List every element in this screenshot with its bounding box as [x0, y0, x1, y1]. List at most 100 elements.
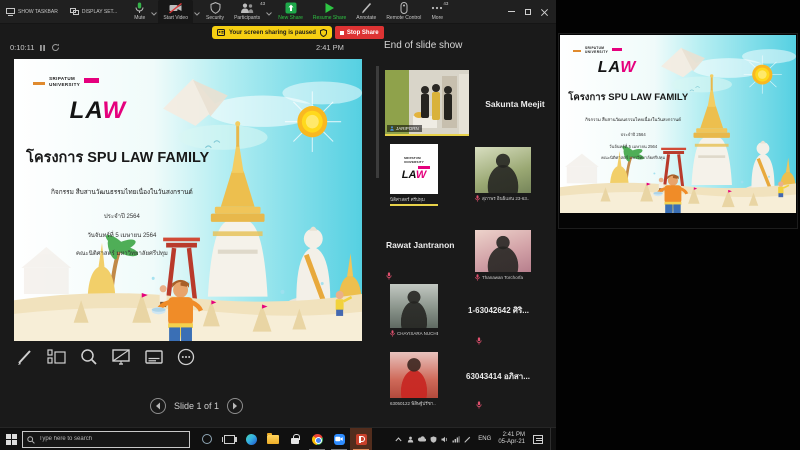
participant-logo-tile[interactable]: SRIPATUM UNIVERSITY LAW นิติศาสตร์ ศรีปท… — [390, 144, 438, 206]
close-button[interactable] — [541, 8, 548, 15]
clock-date[interactable]: 2:41 PM 05-Apr-21 — [498, 432, 527, 447]
security-button[interactable]: Security — [201, 0, 229, 24]
display-icon — [70, 8, 79, 16]
muted-mic-icon — [390, 330, 395, 337]
previous-slide-button[interactable] — [150, 398, 166, 414]
muted-mic-icon — [386, 272, 392, 280]
next-slide-button[interactable] — [227, 398, 243, 414]
slideshow-slide: SRIPATUM UNIVERSITY LAW โครงการ SPU LAW … — [560, 35, 796, 213]
muted-mic-icon — [476, 401, 482, 409]
timer-value: 0:10:11 — [10, 43, 34, 52]
participant-name: CHAYISARA NUCHBO.. — [397, 331, 438, 336]
chrome-icon — [312, 434, 323, 445]
participant-video-tile[interactable]: JARIPORN — [385, 70, 469, 136]
tray-shield-icon[interactable] — [430, 436, 437, 443]
minimize-button[interactable] — [508, 11, 515, 12]
pen-tool-icon[interactable] — [16, 348, 34, 366]
action-center-icon[interactable] — [533, 435, 543, 444]
university-name-line2: UNIVERSITY — [585, 50, 608, 54]
muted-mic-icon — [475, 274, 480, 281]
edge-button[interactable] — [240, 428, 262, 450]
panel-scrollbar[interactable] — [376, 66, 379, 178]
lock-app-button[interactable] — [284, 428, 306, 450]
start-video-label: Start Video — [163, 15, 188, 21]
logo-pink-bar — [84, 78, 99, 83]
participant-name-tile[interactable]: 1-63042642 ศิริ... — [468, 304, 554, 350]
participant-name: 1-63042642 ศิริ... — [468, 304, 554, 317]
more-button[interactable]: 43 More — [426, 0, 448, 24]
participant-photo-tile[interactable]: 63050122 พิสิษฐ์ปรีชา.. — [390, 352, 438, 407]
captions-icon[interactable] — [144, 348, 164, 366]
secondary-monitor: SRIPATUM UNIVERSITY LAW โครงการ SPU LAW … — [556, 0, 800, 450]
powerpoint-button[interactable] — [350, 428, 372, 450]
participant-photo — [390, 352, 438, 398]
annotate-button[interactable]: Annotate — [351, 0, 381, 24]
new-share-button[interactable]: New Share — [273, 0, 308, 24]
video-options-chevron[interactable] — [193, 3, 201, 21]
participant-name-tile[interactable]: 63043414 อภิสา... — [466, 370, 554, 414]
slide-illustration — [14, 59, 362, 341]
slide-faculty-line: คณะนิติศาสตร์ มหาวิทยาลัยศรีปทุม — [565, 154, 702, 161]
pause-timer-icon[interactable] — [39, 44, 46, 52]
slide-sorter-icon[interactable] — [47, 348, 67, 366]
participants-options-chevron[interactable] — [265, 3, 273, 21]
participant-name-tile[interactable]: Sakunta Meejit — [476, 70, 554, 138]
logo-pink-bar — [612, 48, 622, 51]
participant-name: Sakunta Meejit — [485, 99, 545, 109]
remote-control-button[interactable]: Remote Control — [381, 0, 426, 24]
stop-share-button[interactable]: Stop Share — [335, 26, 384, 39]
tray-time: 2:41 PM — [503, 432, 525, 440]
presentation-timer: 0:10:11 — [10, 43, 60, 52]
participant-name: สุภาพร อินธิแสน 23-63.. — [482, 195, 529, 202]
participant-photo — [475, 147, 531, 193]
show-taskbar-button[interactable]: SHOW TASKBAR — [6, 8, 58, 16]
participant-photo-tile[interactable]: Thanawan Torchorfa — [475, 230, 531, 281]
university-name-line2: UNIVERSITY — [49, 82, 80, 88]
more-tools-icon[interactable] — [177, 348, 195, 366]
resume-share-button[interactable]: Resume Share — [308, 0, 351, 24]
zoom-magnifier-icon[interactable] — [80, 348, 98, 366]
restart-timer-icon[interactable] — [51, 43, 60, 52]
law-black-letters: LA — [598, 59, 620, 76]
person-icon — [390, 126, 394, 131]
start-button[interactable] — [0, 428, 22, 450]
slide-faculty-line: คณะนิติศาสตร์ มหาวิทยาลัยศรีปทุม — [21, 248, 223, 258]
slideshow-window[interactable]: SRIPATUM UNIVERSITY LAW โครงการ SPU LAW … — [558, 33, 798, 229]
task-view-button[interactable] — [218, 428, 240, 450]
participant-photo-tile[interactable]: สุภาพร อินธิแสน 23-63.. — [475, 147, 531, 202]
tray-network-icon[interactable] — [452, 436, 460, 443]
zoom-app-button[interactable] — [328, 428, 350, 450]
chrome-button[interactable] — [306, 428, 328, 450]
mute-options-chevron[interactable] — [150, 3, 158, 21]
display-settings-button[interactable]: DISPLAY SET... — [70, 8, 117, 16]
mute-button[interactable]: Mute — [129, 0, 150, 24]
start-video-button[interactable]: Start Video — [158, 0, 193, 24]
video-name-overlay: JARIPORN — [387, 125, 422, 132]
participant-photo-tile[interactable]: CHAYISARA NUCHBO.. — [390, 284, 438, 337]
cortana-button[interactable] — [196, 428, 218, 450]
window-controls — [508, 8, 556, 15]
stop-square-icon — [340, 31, 344, 35]
logo-orange-dash — [33, 82, 45, 85]
tray-expand-chevron[interactable] — [395, 437, 402, 442]
show-desktop-button[interactable] — [550, 428, 552, 450]
tray-speaker-icon[interactable] — [441, 436, 448, 443]
participant-name-tile[interactable]: Rawat Jantranon — [386, 240, 472, 285]
maximize-button[interactable] — [525, 9, 531, 15]
muted-mic-icon — [476, 337, 482, 345]
share-paused-pill: Your screen sharing is paused — [212, 26, 332, 39]
folder-icon — [267, 435, 279, 444]
tray-date: 05-Apr-21 — [498, 439, 525, 447]
logo-law-black: LA — [402, 169, 416, 181]
tray-pen-icon[interactable] — [464, 436, 471, 443]
participants-button[interactable]: 43 Participants — [229, 0, 265, 24]
file-explorer-button[interactable] — [262, 428, 284, 450]
language-indicator[interactable]: ENG — [475, 436, 494, 442]
law-black-letters: LA — [70, 97, 103, 124]
participant-name: 63050122 พิสิษฐ์ปรีชา.. — [390, 400, 436, 407]
presenter-clock: 2:41 PM — [316, 43, 344, 52]
taskbar-search-input[interactable] — [22, 431, 190, 448]
black-screen-icon[interactable] — [111, 348, 131, 366]
tray-person-icon[interactable] — [407, 436, 414, 443]
tray-cloud-icon[interactable] — [418, 436, 426, 442]
